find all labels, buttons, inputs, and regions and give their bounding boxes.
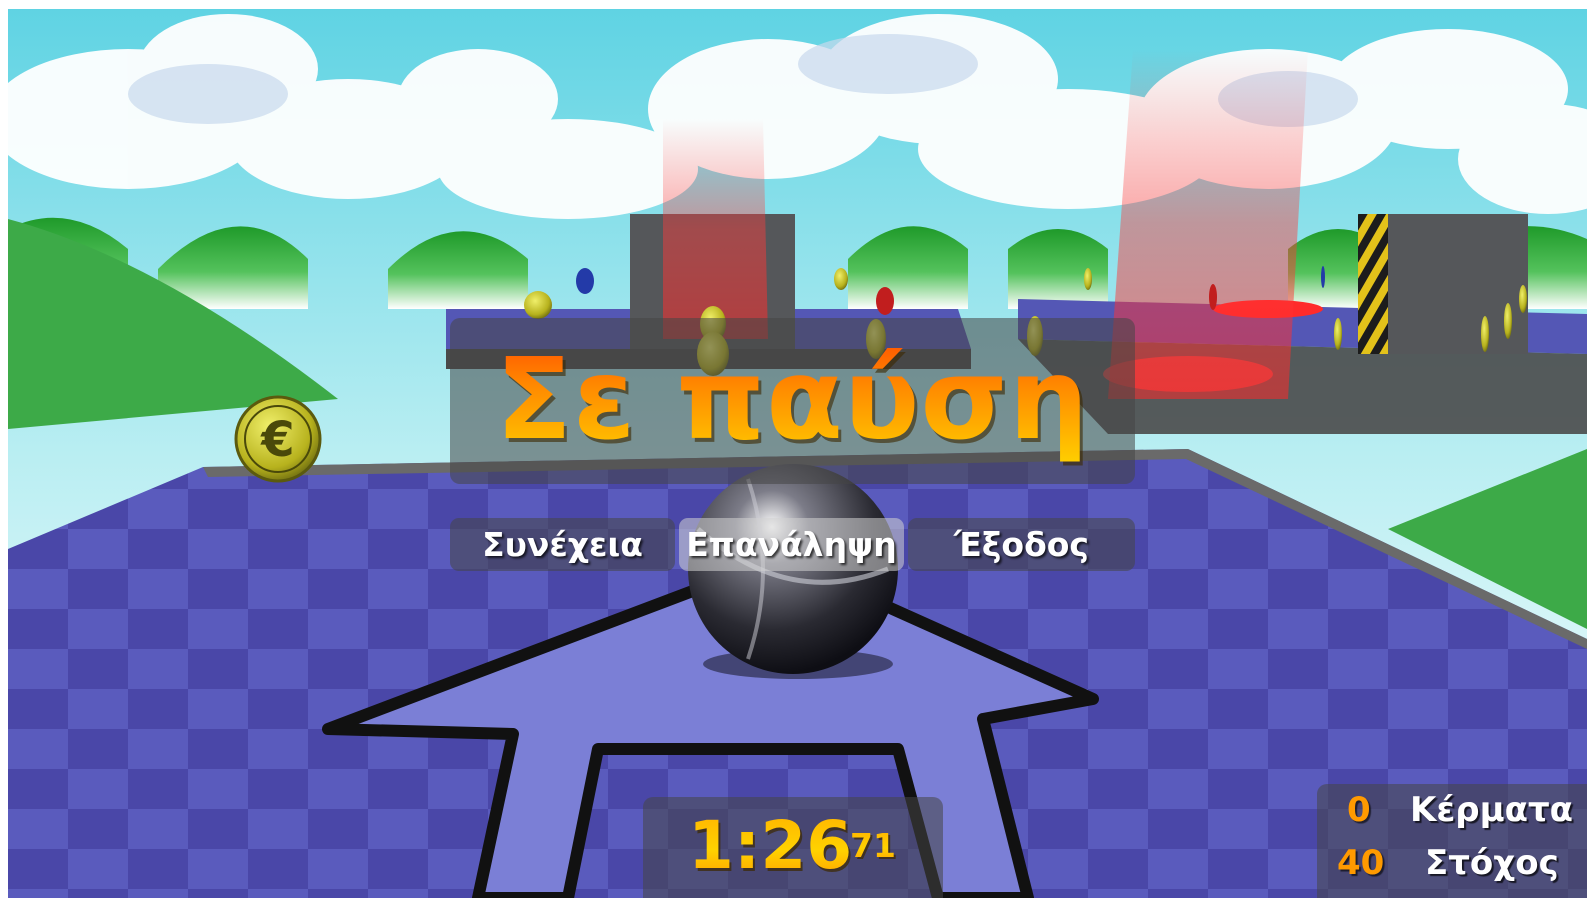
retry-button[interactable]: Επανάληψη: [679, 518, 904, 571]
goal-count: 40: [1337, 843, 1385, 883]
exit-button[interactable]: Έξοδος: [908, 518, 1135, 571]
svg-text:€: €: [260, 412, 294, 468]
coins-count: 0: [1347, 790, 1371, 830]
timer-main: 1:26: [688, 807, 853, 884]
coins-label: Κέρματα: [1410, 790, 1574, 830]
continue-button-label: Συνέχεια: [482, 525, 643, 564]
pause-title: Σε παύση: [450, 330, 1135, 470]
exit-button-label: Έξοδος: [954, 525, 1089, 564]
euro-coin-icon: €: [234, 395, 322, 483]
goal-label: Στόχος: [1425, 843, 1559, 883]
retry-button-label: Επανάληψη: [686, 525, 897, 564]
timer-fraction: 71: [850, 826, 896, 865]
continue-button[interactable]: Συνέχεια: [450, 518, 675, 571]
